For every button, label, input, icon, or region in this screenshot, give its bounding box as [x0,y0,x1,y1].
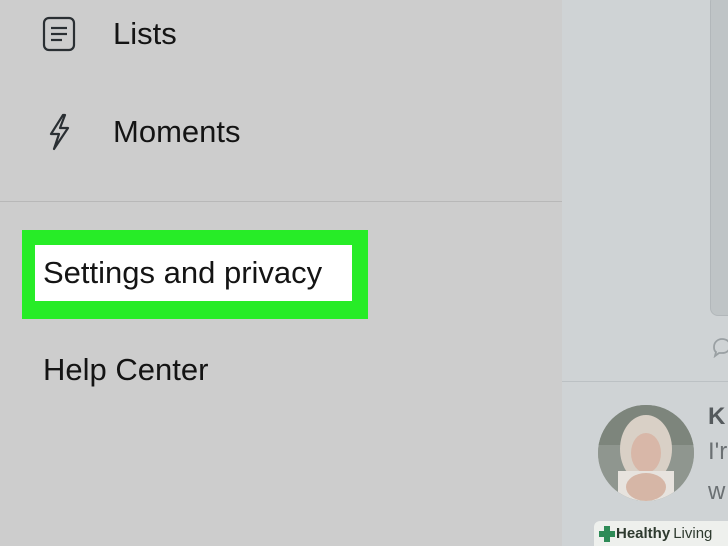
menu-item-moments-label: Moments [113,114,241,149]
watermark-suffix: Living [673,525,713,542]
menu-item-help-center[interactable]: Help Center [43,352,208,388]
timeline-divider [562,381,728,382]
tweet-text-line: w [708,478,726,505]
avatar-image [598,405,694,501]
tweet-media-card [710,0,728,316]
menu-divider [0,201,562,202]
tweet-text-line: I'r [708,438,728,465]
list-icon [40,15,78,53]
watermark: Healthy Living [594,521,728,546]
lightning-icon [40,113,78,151]
watermark-brand: Healthy [616,525,671,542]
background-timeline: K I'r w [562,0,728,546]
menu-item-settings-and-privacy[interactable]: Settings and privacy [35,245,352,301]
tweet-author-name[interactable]: K [708,403,725,431]
app-screen: Lists Moments Settings and privacy Help … [0,0,728,546]
avatar[interactable] [598,405,694,501]
menu-item-lists-label: Lists [113,16,177,51]
reply-icon [713,338,728,358]
settings-and-privacy-label: Settings and privacy [43,255,323,290]
side-drawer-menu: Lists Moments Settings and privacy Help … [0,0,562,546]
cross-logo-icon [599,525,615,542]
